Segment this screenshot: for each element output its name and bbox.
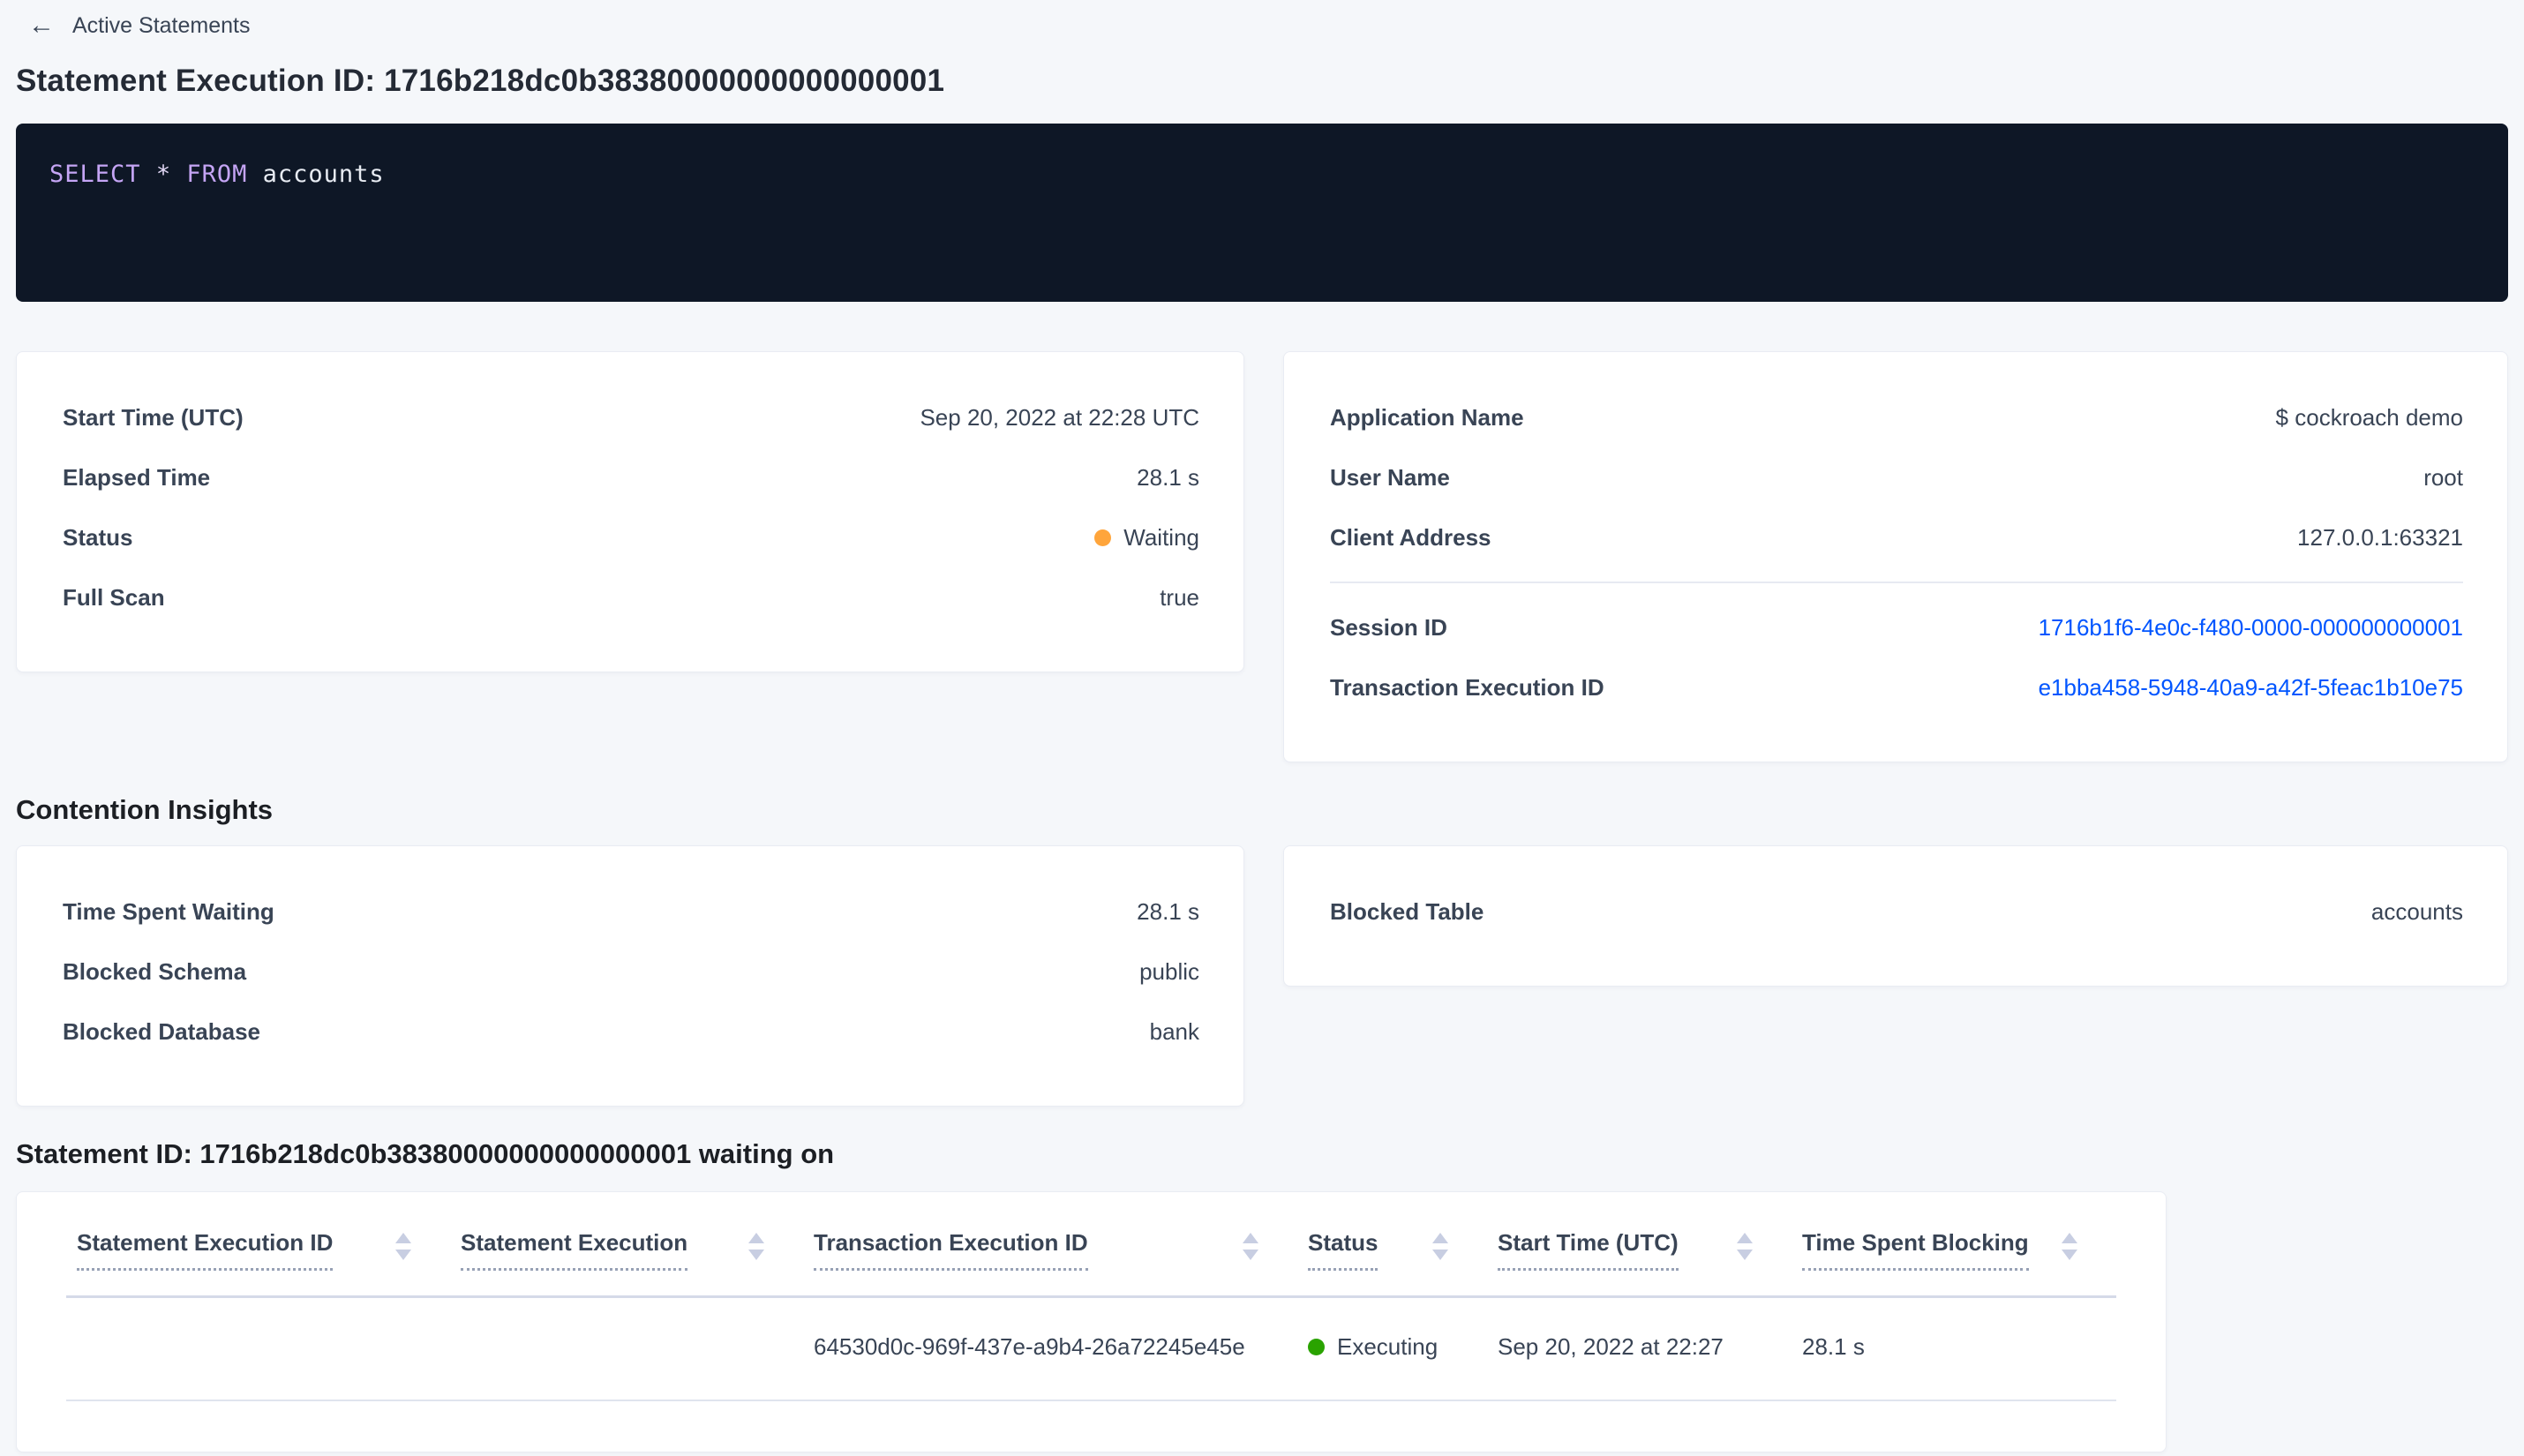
blocked-table-label: Blocked Table [1330,897,1484,925]
session-row-client-address: Client Address 127.0.0.1:63321 [1330,507,2463,567]
overview-row-elapsed-time: Elapsed Time 28.1 s [63,447,1199,507]
sql-statement: SELECT * FROM accounts [49,161,2482,188]
sort-icon [1737,1233,1753,1260]
sort-icon [395,1233,411,1260]
sql-statement-box: SELECT * FROM accounts [16,124,2508,302]
overview-row-start-time: Start Time (UTC) Sep 20, 2022 at 22:28 U… [63,387,1199,447]
page-title: Statement Execution ID: 1716b218dc0b3838… [16,64,945,98]
user-name-label: User Name [1330,463,1450,491]
cell-start-time: Sep 20, 2022 at 22:27 [1487,1296,1792,1401]
contention-right-card: Blocked Table accounts [1283,845,2508,987]
sort-icon [1243,1233,1258,1260]
start-time-value: Sep 20, 2022 at 22:28 UTC [920,403,1199,431]
start-time-label: Start Time (UTC) [63,403,244,431]
contention-row-blocked-table: Blocked Table accounts [1330,882,2463,942]
status-label: Status [63,523,133,551]
executing-status-dot-icon [1308,1339,1325,1355]
sql-keyword-select: SELECT [49,161,141,188]
cell-statement-execution-id [66,1296,450,1401]
column-header-time-spent-blocking[interactable]: Time Spent Blocking [1792,1192,2116,1298]
page: ← Active Statements Statement Execution … [0,0,2524,1452]
sql-table-name: accounts [262,161,385,188]
transaction-execution-id-label: Transaction Execution ID [1330,673,1604,701]
back-link[interactable]: ← Active Statements [28,7,2508,44]
column-header-transaction-execution-id[interactable]: Transaction Execution ID [803,1192,1297,1298]
client-address-label: Client Address [1330,523,1491,551]
contention-row-time-spent-waiting: Time Spent Waiting 28.1 s [63,882,1199,942]
table-header-row: Statement Execution ID Statement Executi… [66,1192,2116,1298]
contention-insights-heading: Contention Insights [16,794,274,825]
elapsed-time-label: Elapsed Time [63,463,211,491]
session-id-link[interactable]: 1716b1f6-4e0c-f480-0000-000000000001 [2039,614,2463,642]
session-row-session-id: Session ID 1716b1f6-4e0c-f480-0000-00000… [1330,597,2463,657]
blocked-database-label: Blocked Database [63,1017,260,1045]
overview-row-status: Status Waiting [63,507,1199,567]
session-row-transaction-execution-id: Transaction Execution ID e1bba458-5948-4… [1330,657,2463,717]
cell-statement-execution [450,1296,803,1401]
blocked-database-value: bank [1149,1017,1199,1045]
table-row: 64530d0c-969f-437e-a9b4-26a72245e45e Exe… [66,1296,2116,1401]
full-scan-value: true [1160,583,1199,611]
sort-icon [2062,1233,2077,1260]
blocked-schema-value: public [1139,957,1199,985]
waiting-status-dot-icon [1094,529,1112,546]
column-header-status[interactable]: Status [1297,1192,1487,1298]
time-spent-waiting-label: Time Spent Waiting [63,897,274,925]
waiting-on-heading: Statement ID: 1716b218dc0b38380000000000… [16,1138,835,1169]
session-row-application-name: Application Name $ cockroach demo [1330,387,2463,447]
application-name-label: Application Name [1330,403,1524,431]
user-name-value: root [2423,463,2463,491]
session-id-label: Session ID [1330,613,1447,641]
sort-icon [1432,1233,1448,1260]
cell-status: Executing [1297,1296,1487,1401]
sort-icon [748,1233,764,1260]
back-link-label: Active Statements [72,12,251,38]
contention-row-blocked-database: Blocked Database bank [63,1002,1199,1062]
blocked-table-value: accounts [2370,897,2463,925]
client-address-value: 127.0.0.1:63321 [2297,523,2463,551]
cell-transaction-execution-id: 64530d0c-969f-437e-a9b4-26a72245e45e [803,1296,1297,1401]
sql-star: * [155,161,172,188]
column-header-statement-execution-id[interactable]: Statement Execution ID [66,1192,450,1298]
elapsed-time-value: 28.1 s [1137,463,1199,491]
sql-keyword-from: FROM [186,161,248,188]
back-arrow-icon: ← [28,11,55,40]
waiting-on-table-card: Statement Execution ID Statement Executi… [16,1191,2167,1452]
session-card: Application Name $ cockroach demo User N… [1283,351,2508,762]
time-spent-waiting-value: 28.1 s [1137,897,1199,925]
column-header-statement-execution[interactable]: Statement Execution [450,1192,803,1298]
waiting-on-table: Statement Execution ID Statement Executi… [66,1192,2116,1401]
status-text: Waiting [1123,523,1199,551]
status-value: Waiting [1094,524,1199,552]
session-card-divider [1330,582,2463,583]
application-name-value: $ cockroach demo [2275,403,2463,431]
full-scan-label: Full Scan [63,583,165,611]
overview-card: Start Time (UTC) Sep 20, 2022 at 22:28 U… [16,351,1244,672]
transaction-execution-id-link[interactable]: e1bba458-5948-40a9-a42f-5feac1b10e75 [2039,674,2463,702]
blocked-schema-label: Blocked Schema [63,957,247,985]
cell-time-spent-blocking: 28.1 s [1792,1296,2116,1401]
session-row-user-name: User Name root [1330,447,2463,507]
contention-left-card: Time Spent Waiting 28.1 s Blocked Schema… [16,845,1244,1107]
overview-row-full-scan: Full Scan true [63,567,1199,627]
contention-row-blocked-schema: Blocked Schema public [63,942,1199,1002]
executing-status-text: Executing [1337,1333,1439,1360]
column-header-start-time[interactable]: Start Time (UTC) [1487,1192,1792,1298]
